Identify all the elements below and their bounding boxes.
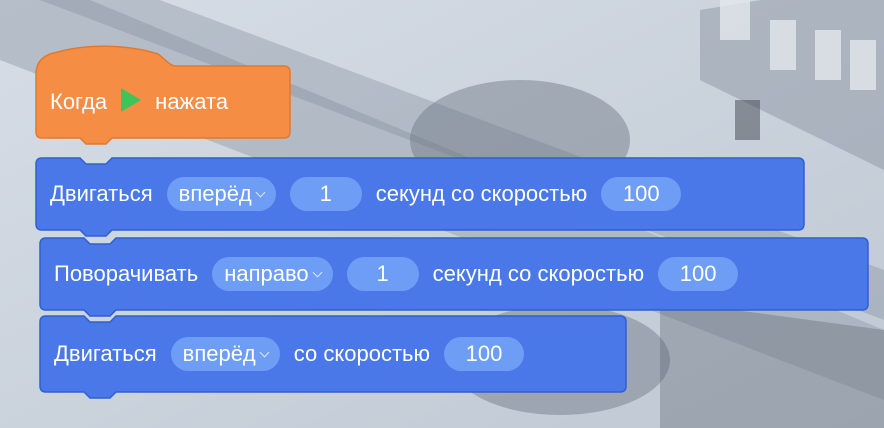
turn-direction-dropdown[interactable]: направо xyxy=(212,257,333,291)
block-2-seconds-label: секунд со скоростью xyxy=(432,261,645,286)
block-2-label: Поворачивать xyxy=(54,261,199,286)
event-label-when: Когда xyxy=(50,89,108,114)
direction-dropdown-value: вперёд xyxy=(182,341,256,366)
speed-input[interactable]: 100 xyxy=(601,177,682,211)
speed-input[interactable]: 100 xyxy=(658,257,739,291)
seconds-input[interactable]: 1 xyxy=(346,257,419,291)
turn-right-seconds-block[interactable]: Поворачивать направо 1 секунд со скорост… xyxy=(39,237,869,317)
chevron-down-icon xyxy=(259,347,270,357)
event-label-clicked: нажата xyxy=(155,89,229,114)
green-flag-icon xyxy=(119,86,143,119)
when-flag-clicked-block[interactable]: Когда нажата xyxy=(35,40,291,152)
direction-dropdown-value: вперёд xyxy=(178,181,252,206)
chevron-down-icon xyxy=(312,267,323,277)
direction-dropdown[interactable]: вперёд xyxy=(166,177,276,211)
turn-direction-dropdown-value: направо xyxy=(224,261,309,286)
move-forward-seconds-block[interactable]: Двигаться вперёд 1 секунд со скоростью 1… xyxy=(35,157,805,237)
block-3-label: Двигаться xyxy=(54,341,157,366)
chevron-down-icon xyxy=(255,187,266,197)
block-1-label: Двигаться xyxy=(50,181,153,206)
speed-input[interactable]: 100 xyxy=(444,337,524,371)
seconds-input[interactable]: 1 xyxy=(289,177,362,211)
move-forward-speed-block[interactable]: Двигаться вперёд со скоростью 100 xyxy=(39,315,627,399)
block-1-seconds-label: секунд со скоростью xyxy=(375,181,588,206)
block-3-speed-label: со скоростью xyxy=(293,341,430,366)
direction-dropdown[interactable]: вперёд xyxy=(170,337,280,371)
